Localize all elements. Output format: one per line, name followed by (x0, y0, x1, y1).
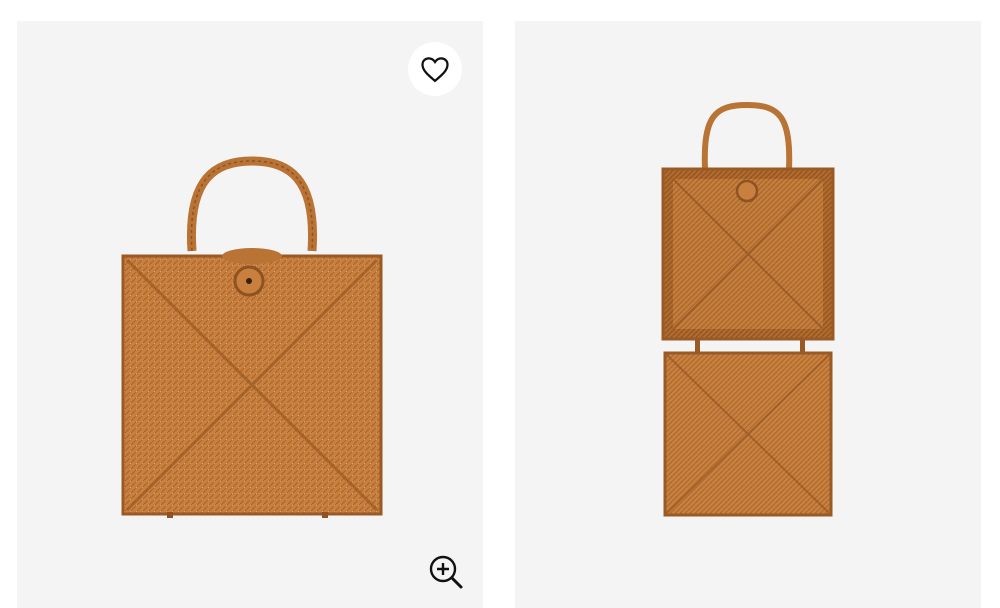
heart-outline-icon (421, 57, 449, 83)
rattan-bag-open-image (661, 101, 835, 517)
zoom-in-icon (429, 555, 463, 589)
rattan-bag-front-image (121, 156, 383, 518)
zoom-button[interactable] (426, 552, 466, 592)
favorite-button[interactable] (408, 42, 462, 96)
product-image-card-front[interactable] (17, 21, 483, 608)
product-image-card-open[interactable] (515, 21, 981, 608)
